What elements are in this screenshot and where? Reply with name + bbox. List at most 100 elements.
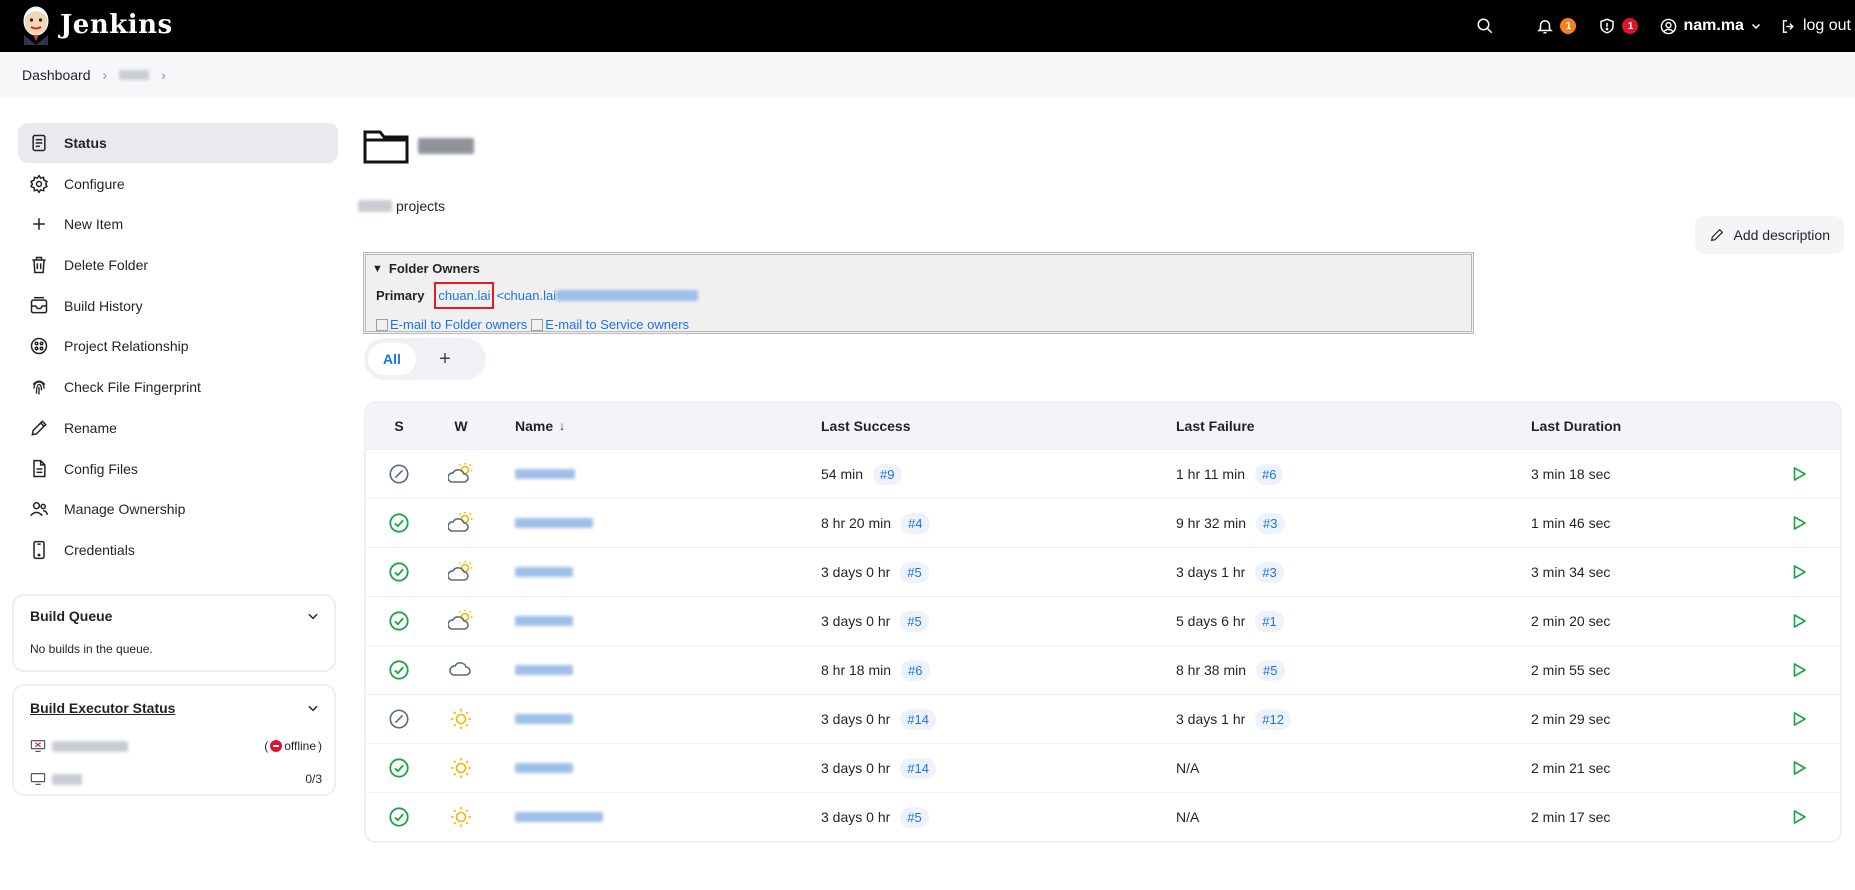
chevron-down-icon[interactable] bbox=[306, 609, 320, 623]
executor-status-card: Build Executor Status ( offline) 0/3 bbox=[12, 684, 336, 796]
partly-cloudy-weather-icon bbox=[446, 450, 476, 498]
executor-node-name[interactable] bbox=[52, 740, 128, 752]
sidebar-item-status[interactable]: Status bbox=[18, 123, 338, 163]
executor-node-name[interactable] bbox=[52, 773, 82, 785]
header-last-failure[interactable]: Last Failure bbox=[1176, 403, 1255, 449]
sidebar-item-project-relationship[interactable]: Project Relationship bbox=[18, 326, 338, 366]
last-success-build-link[interactable]: #14 bbox=[900, 708, 936, 730]
last-failure-build-link[interactable]: #3 bbox=[1255, 561, 1284, 583]
job-name-link[interactable] bbox=[515, 597, 573, 645]
folder-owners-toggle[interactable]: ▼ Folder Owners bbox=[372, 261, 1465, 276]
last-failure-cell: N/A bbox=[1176, 744, 1199, 792]
notifications-badge: 1 bbox=[1560, 18, 1577, 34]
add-description-button[interactable]: Add description bbox=[1695, 216, 1844, 254]
run-build-button[interactable] bbox=[1784, 597, 1814, 645]
job-name-link[interactable] bbox=[515, 499, 593, 547]
table-row: 54 min #9 1 hr 11 min #6 3 min 18 sec bbox=[366, 449, 1840, 498]
last-failure-build-link[interactable]: #12 bbox=[1255, 708, 1291, 730]
success-status-icon bbox=[384, 744, 414, 792]
partly-cloudy-weather-icon bbox=[446, 597, 476, 645]
build-queue-empty: No builds in the queue. bbox=[30, 642, 153, 656]
play-icon bbox=[1793, 467, 1806, 481]
breadcrumb-folder[interactable] bbox=[119, 70, 150, 80]
chevron-down-icon[interactable] bbox=[306, 701, 320, 715]
sidebar-item-delete-folder[interactable]: Delete Folder bbox=[18, 245, 338, 285]
last-failure-build-link[interactable]: #5 bbox=[1256, 659, 1285, 681]
last-failure-time: 1 hr 11 min bbox=[1176, 466, 1245, 482]
add-view-button[interactable]: + bbox=[430, 343, 460, 375]
sidebar-item-label: Configure bbox=[64, 175, 125, 192]
last-duration: 2 min 21 sec bbox=[1531, 760, 1611, 776]
logout-icon bbox=[1782, 19, 1794, 33]
email-folder-owners-link[interactable]: E-mail to Folder owners bbox=[376, 317, 527, 332]
pencil-icon bbox=[1711, 228, 1724, 242]
last-success-build-link[interactable]: #6 bbox=[901, 659, 930, 681]
security-button[interactable]: 1 bbox=[1598, 17, 1639, 35]
job-name-link[interactable] bbox=[515, 695, 573, 743]
last-failure-cell: 8 hr 38 min #5 bbox=[1176, 646, 1285, 694]
primary-owner-link[interactable]: chuan.lai bbox=[434, 282, 495, 309]
last-failure-build-link[interactable]: #3 bbox=[1256, 512, 1285, 534]
run-build-button[interactable] bbox=[1784, 450, 1814, 498]
last-duration: 3 min 18 sec bbox=[1531, 466, 1611, 482]
plus-icon bbox=[28, 213, 50, 235]
job-name-link[interactable] bbox=[515, 793, 603, 841]
last-success-build-link[interactable]: #9 bbox=[873, 463, 902, 485]
run-build-button[interactable] bbox=[1784, 646, 1814, 694]
breadcrumb-dashboard[interactable]: Dashboard bbox=[22, 67, 91, 83]
logout-button[interactable]: log out bbox=[1780, 17, 1851, 35]
last-success-time: 3 days 0 hr bbox=[821, 760, 891, 776]
sidebar-item-build-history[interactable]: Build History bbox=[18, 286, 338, 326]
executor-status-title[interactable]: Build Executor Status bbox=[30, 700, 175, 716]
last-success-build-link[interactable]: #5 bbox=[900, 610, 929, 632]
sidebar-item-check-file-fingerprint[interactable]: Check File Fingerprint bbox=[18, 367, 338, 407]
play-icon bbox=[1793, 565, 1806, 579]
last-success-build-link[interactable]: #5 bbox=[900, 806, 929, 828]
phone-icon bbox=[28, 539, 50, 561]
last-success-build-link[interactable]: #14 bbox=[900, 757, 936, 779]
view-tabs: All + bbox=[364, 338, 486, 380]
run-build-button[interactable] bbox=[1784, 744, 1814, 792]
run-build-button[interactable] bbox=[1784, 793, 1814, 841]
sidebar-item-manage-ownership[interactable]: Manage Ownership bbox=[18, 489, 338, 529]
sidebar-item-rename[interactable]: Rename bbox=[18, 408, 338, 448]
last-success-build-link[interactable]: #4 bbox=[901, 512, 930, 534]
sunny-weather-icon bbox=[446, 695, 476, 743]
job-name-link[interactable] bbox=[515, 450, 575, 498]
header-name[interactable]: Name ↓ bbox=[515, 403, 565, 449]
sidebar-item-configure[interactable]: Configure bbox=[18, 164, 338, 204]
notifications-button[interactable]: 1 bbox=[1536, 17, 1577, 35]
last-failure-build-link[interactable]: #6 bbox=[1255, 463, 1284, 485]
broken-image-icon bbox=[531, 318, 544, 331]
header-last-success[interactable]: Last Success bbox=[821, 403, 911, 449]
primary-owner-label: Primary bbox=[376, 288, 425, 303]
last-duration: 2 min 29 sec bbox=[1531, 711, 1611, 727]
executor-node-row[interactable]: 0/3 bbox=[30, 769, 322, 789]
header-last-duration[interactable]: Last Duration bbox=[1531, 403, 1621, 449]
primary-owner-email-link[interactable]: <chuan.lai bbox=[496, 288, 699, 303]
last-failure-build-link[interactable]: #1 bbox=[1255, 610, 1284, 632]
header-status[interactable]: S bbox=[384, 403, 414, 449]
search-button[interactable] bbox=[1476, 17, 1494, 35]
run-build-button[interactable] bbox=[1784, 548, 1814, 596]
last-success-build-link[interactable]: #5 bbox=[900, 561, 929, 583]
job-name-link[interactable] bbox=[515, 646, 573, 694]
table-row: 3 days 0 hr #14 N/A 2 min 21 sec bbox=[366, 743, 1840, 792]
sidebar-item-config-files[interactable]: Config Files bbox=[18, 449, 338, 489]
sidebar-item-label: Project Relationship bbox=[64, 338, 189, 355]
job-name-link[interactable] bbox=[515, 744, 573, 792]
jenkins-logo-link[interactable]: Jenkins bbox=[20, 5, 173, 45]
job-name-link[interactable] bbox=[515, 548, 573, 596]
last-success-cell: 8 hr 20 min #4 bbox=[821, 499, 930, 547]
header-weather[interactable]: W bbox=[446, 403, 476, 449]
tab-all[interactable]: All bbox=[368, 343, 416, 375]
executor-node-row[interactable]: ( offline) bbox=[30, 736, 322, 756]
email-service-owners-link[interactable]: E-mail to Service owners bbox=[531, 317, 689, 332]
partly-cloudy-weather-icon bbox=[446, 499, 476, 547]
user-menu[interactable]: nam.ma bbox=[1660, 17, 1761, 35]
run-build-button[interactable] bbox=[1784, 695, 1814, 743]
sidebar-item-credentials[interactable]: Credentials bbox=[18, 530, 338, 570]
run-build-button[interactable] bbox=[1784, 499, 1814, 547]
sidebar-item-new-item[interactable]: New Item bbox=[18, 204, 338, 244]
pencil-icon bbox=[28, 417, 50, 439]
